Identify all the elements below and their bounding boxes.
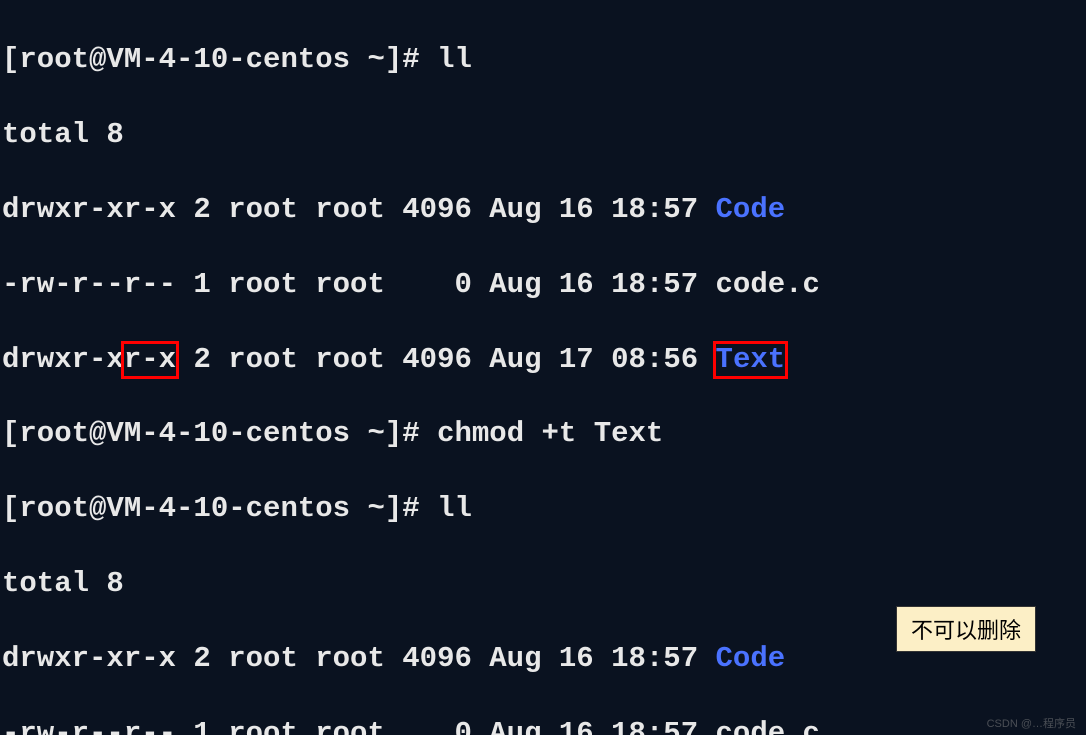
highlight-perms: r-x: [121, 341, 179, 379]
prompt: [root@VM-4-10-centos ~]#: [2, 492, 437, 525]
output-line: -rw-r--r-- 1 root root 0 Aug 16 18:57 co…: [2, 715, 1084, 735]
file-perms-prefix: drwxr-x: [2, 343, 124, 376]
highlight-dir: Text: [713, 341, 789, 379]
watermark: CSDN @…程序员: [987, 715, 1076, 731]
dir-name: Code: [716, 193, 786, 226]
output-line: total 8: [2, 116, 1084, 153]
command: ll: [437, 492, 472, 525]
output-line: -rw-r--r-- 1 root root 0 Aug 16 18:57 co…: [2, 266, 1084, 303]
annotation-tooltip: 不可以删除: [896, 606, 1036, 652]
command: chmod +t Text: [437, 417, 663, 450]
file-perms: drwxr-xr-x 2 root root 4096 Aug 16 18:57: [2, 193, 716, 226]
dir-name: Code: [716, 642, 786, 675]
file-info: 2 root root 4096 Aug 17 08:56: [176, 343, 716, 376]
file-perms: drwxr-xr-x 2 root root 4096 Aug 16 18:57: [2, 642, 716, 675]
output-line: total 8: [2, 565, 1084, 602]
prompt: [root@VM-4-10-centos ~]#: [2, 417, 437, 450]
prompt: [root@VM-4-10-centos ~]#: [2, 43, 437, 76]
command: ll: [437, 43, 472, 76]
dir-name: Text: [716, 343, 786, 376]
